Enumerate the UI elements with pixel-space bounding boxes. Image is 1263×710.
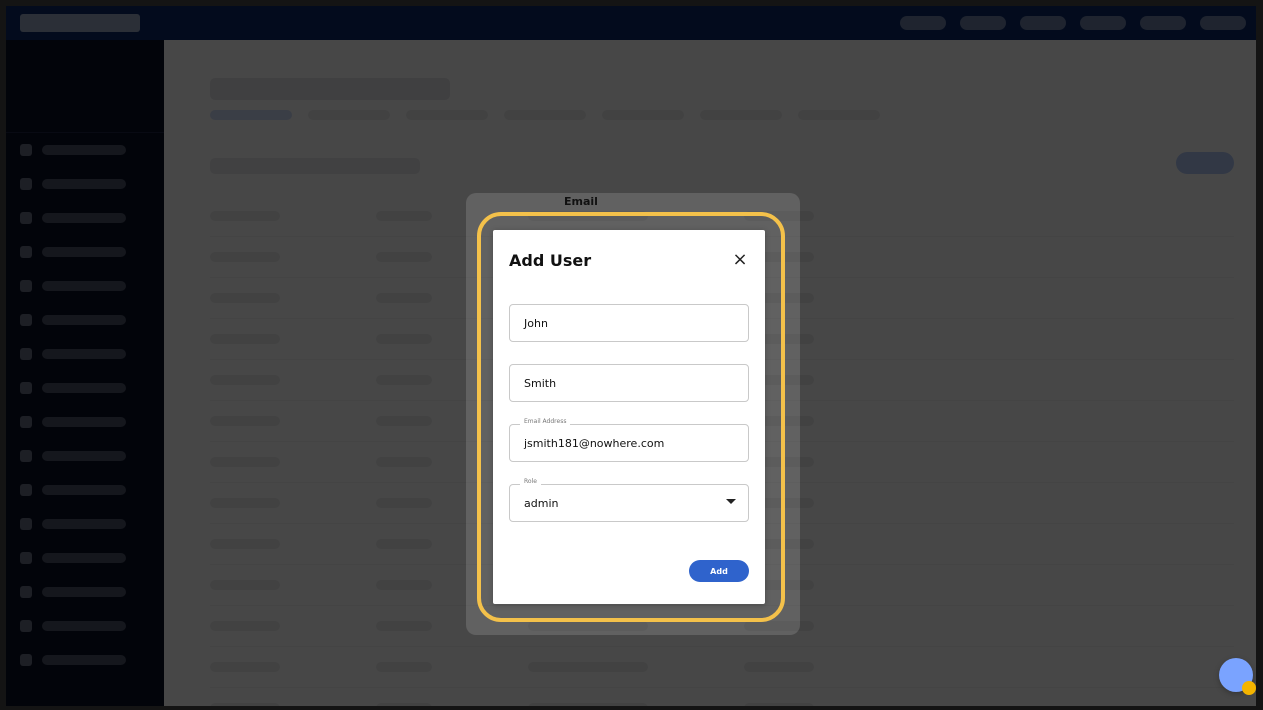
notification-badge <box>1242 681 1256 695</box>
role-select[interactable]: Role admin <box>509 478 749 522</box>
dialog-title: Add User <box>509 251 592 270</box>
email-field[interactable]: Email Address jsmith181@nowhere.com <box>509 418 749 462</box>
last-name-value: Smith <box>524 376 557 390</box>
close-icon[interactable]: × <box>731 251 749 269</box>
first-name-field[interactable]: John <box>509 304 749 342</box>
email-value: jsmith181@nowhere.com <box>524 436 665 450</box>
table-header-email: Email <box>564 195 598 208</box>
email-label: Email Address <box>520 418 571 425</box>
add-user-dialog: Add User × John Smith Email Address jsmi… <box>493 230 765 604</box>
help-chat-icon[interactable] <box>1219 658 1256 695</box>
add-button[interactable]: Add <box>689 560 749 582</box>
role-value: admin <box>524 496 559 510</box>
last-name-field[interactable]: Smith <box>509 364 749 402</box>
chevron-down-icon <box>726 499 736 504</box>
first-name-value: John <box>524 316 548 330</box>
role-label: Role <box>520 478 541 485</box>
